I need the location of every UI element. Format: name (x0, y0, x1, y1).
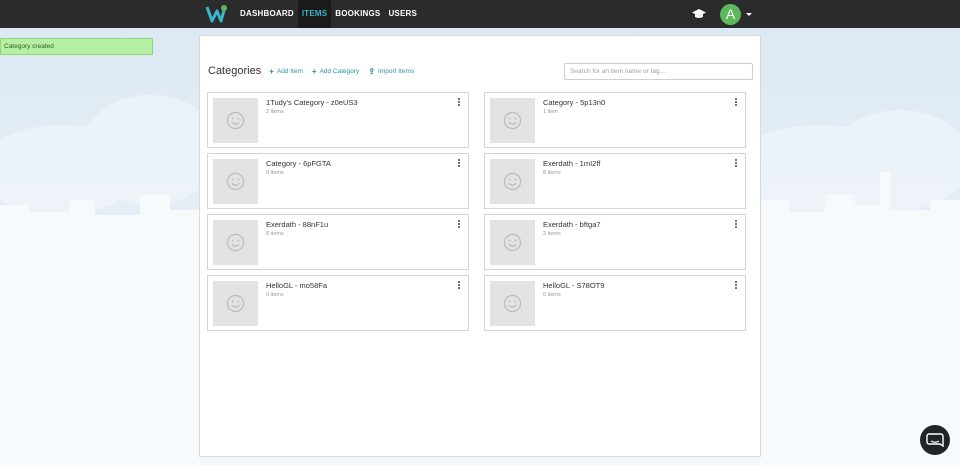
nav-bookings[interactable]: BOOKINGS (331, 0, 384, 28)
plus-icon: + (269, 67, 274, 76)
category-name[interactable]: Exerdath - bftga7 (543, 220, 601, 229)
category-card[interactable]: 1Tudy's Category - z0eUS3 2 items (207, 92, 469, 148)
category-name[interactable]: Exerdath - 88nF1u (266, 220, 328, 229)
category-name[interactable]: Category - 6pFGTA (266, 159, 331, 168)
category-name[interactable]: Category - 5p13n0 (543, 98, 605, 107)
category-card[interactable]: HelloGL - mo58Fa 0 items (207, 275, 469, 331)
category-item-count: 0 items (543, 292, 561, 298)
upload-icon: ⇪ (368, 67, 376, 76)
smiley-placeholder-icon (226, 233, 245, 252)
graduation-cap-icon[interactable] (692, 8, 706, 20)
import-items-link[interactable]: ⇪ Import Items (368, 67, 414, 76)
add-item-link[interactable]: + Add Item (269, 67, 303, 76)
nav-dashboard[interactable]: DASHBOARD (236, 0, 298, 28)
smiley-placeholder-icon (503, 172, 522, 191)
category-item-count: 0 items (266, 170, 284, 176)
category-name[interactable]: HelloGL - S78OT9 (543, 281, 604, 290)
category-name[interactable]: HelloGL - mo58Fa (266, 281, 327, 290)
chevron-down-icon[interactable] (746, 13, 752, 16)
search-input[interactable] (564, 63, 753, 80)
plus-icon: + (311, 67, 317, 76)
category-item-count: 8 items (543, 170, 561, 176)
more-options-icon[interactable] (735, 220, 738, 229)
add-item-label: Add Item (276, 68, 303, 75)
page-title: Categories (208, 65, 262, 77)
chat-button[interactable] (920, 425, 950, 455)
smiley-placeholder-icon (226, 294, 245, 313)
category-item-count: 2 items (266, 109, 284, 115)
smiley-placeholder-icon (226, 111, 245, 130)
add-category-label: Add Category (319, 68, 360, 75)
category-thumbnail (490, 98, 535, 143)
import-items-label: Import Items (378, 68, 415, 75)
success-toast: Category created (0, 38, 153, 55)
category-card[interactable]: Category - 6pFGTA 0 items (207, 153, 469, 209)
more-options-icon[interactable] (735, 159, 738, 168)
more-options-icon[interactable] (458, 98, 461, 107)
category-card[interactable]: Exerdath - 1mI2ff 8 items (484, 153, 746, 209)
category-thumbnail (213, 159, 258, 204)
chat-bubble-icon (926, 433, 944, 448)
more-options-icon[interactable] (458, 220, 461, 229)
smiley-placeholder-icon (226, 172, 245, 191)
top-navbar: DASHBOARD ITEMS BOOKINGS USERS A (0, 0, 960, 28)
category-name[interactable]: 1Tudy's Category - z0eUS3 (266, 98, 358, 107)
app-logo-icon[interactable] (205, 3, 229, 25)
category-item-count: 0 items (266, 292, 284, 298)
add-category-link[interactable]: + Add Category (312, 67, 359, 76)
category-item-count: 8 items (266, 231, 284, 237)
category-thumbnail (490, 281, 535, 326)
main-nav: DASHBOARD ITEMS BOOKINGS USERS (236, 0, 421, 28)
nav-items[interactable]: ITEMS (297, 0, 332, 28)
category-card[interactable]: Exerdath - 88nF1u 8 items (207, 214, 469, 270)
category-thumbnail (490, 159, 535, 204)
smiley-placeholder-icon (503, 111, 522, 130)
categories-panel: Categories + Add Item + Add Category ⇪ I… (199, 35, 761, 457)
category-card[interactable]: Exerdath - bftga7 2 items (484, 214, 746, 270)
more-options-icon[interactable] (735, 98, 738, 107)
more-options-icon[interactable] (735, 281, 738, 290)
smiley-placeholder-icon (503, 294, 522, 313)
category-name[interactable]: Exerdath - 1mI2ff (543, 159, 600, 168)
category-card[interactable]: Category - 5p13n0 1 item (484, 92, 746, 148)
category-item-count: 2 items (543, 231, 561, 237)
category-item-count: 1 item (543, 109, 558, 115)
category-thumbnail (490, 220, 535, 265)
nav-users[interactable]: USERS (384, 0, 421, 28)
more-options-icon[interactable] (458, 159, 461, 168)
user-avatar[interactable]: A (720, 4, 741, 25)
smiley-placeholder-icon (503, 233, 522, 252)
category-card[interactable]: HelloGL - S78OT9 0 items (484, 275, 746, 331)
panel-header: Categories + Add Item + Add Category ⇪ I… (208, 65, 423, 81)
category-thumbnail (213, 281, 258, 326)
category-thumbnail (213, 220, 258, 265)
category-thumbnail (213, 98, 258, 143)
more-options-icon[interactable] (458, 281, 461, 290)
